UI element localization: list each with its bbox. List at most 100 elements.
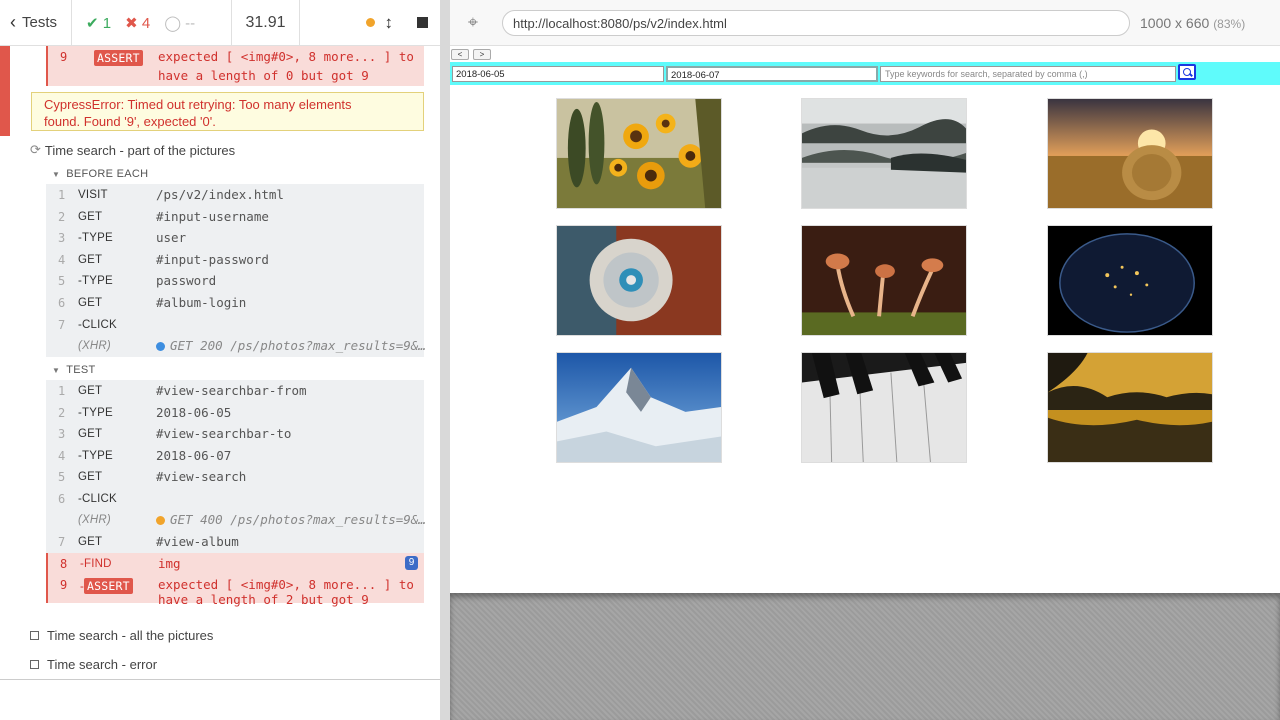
searchbar-to-input[interactable]: 2018-06-07 — [666, 66, 878, 82]
command-row[interactable]: 7 -CLICK — [46, 314, 424, 336]
command-row[interactable]: 6 -CLICK — [46, 488, 424, 510]
command-name: VISIT — [78, 189, 108, 201]
panel-splitter[interactable] — [440, 0, 450, 720]
command-number: 3 — [58, 231, 66, 245]
command-message: #view-searchbar-to — [156, 426, 292, 441]
command-message: GET 400 /ps/photos?max_results=9&… — [156, 512, 426, 527]
pending-checkbox-icon — [30, 660, 39, 669]
command-number: 5 — [58, 274, 66, 288]
command-row[interactable]: (XHR) GET 200 /ps/photos?max_results=9&… — [46, 335, 426, 357]
command-number: 2 — [58, 210, 66, 224]
test-title-all-pictures[interactable]: Time search - all the pictures — [30, 628, 213, 643]
command-row[interactable]: 4 GET #input-password — [46, 249, 424, 271]
xhr-status-dot-icon — [156, 342, 165, 351]
command-row[interactable]: 2 GET #input-username — [46, 206, 424, 228]
searchbar-from-input[interactable]: 2018-06-05 — [452, 66, 664, 82]
command-row[interactable]: 8 -FIND img 9 — [46, 553, 424, 575]
pending-checkbox-icon — [30, 631, 39, 640]
command-message: user — [156, 230, 187, 245]
command-number: 6 — [58, 492, 66, 506]
command-name: GET — [78, 254, 103, 266]
xhr-status-dot-icon — [156, 516, 165, 525]
command-message: #input-password — [156, 252, 269, 267]
element-count-badge: 9 — [405, 556, 418, 570]
test-title-error[interactable]: Time search - error — [30, 657, 157, 672]
failed-count: ✖ 4 — [125, 14, 151, 32]
test-stats: ✔ 1 ✖ 4 ◯ -- — [72, 0, 232, 46]
command-name: -CLICK — [78, 319, 117, 331]
command-name: (XHR) — [78, 340, 111, 352]
check-icon: ✔ — [86, 14, 99, 32]
command-row[interactable]: 1 GET #view-searchbar-from — [46, 380, 424, 402]
command-name: GET — [78, 211, 103, 223]
aut-background — [450, 593, 1280, 720]
command-message: #album-login — [156, 295, 247, 310]
photo-matterhorn — [556, 352, 722, 463]
app-under-test: < > 2018-06-05 2018-06-07 Type keywords … — [450, 46, 1280, 593]
auto-scroll-toggle-icon[interactable]: ↕ — [385, 13, 394, 33]
command-name: -TYPE — [78, 275, 113, 287]
command-row[interactable]: 9 - ASSERT expected [ <img#0>, 8 more... ] … — [46, 574, 424, 607]
command-number: 9 — [60, 578, 68, 592]
test-hook[interactable]: ▼ TEST — [52, 364, 96, 376]
command-number: 8 — [60, 557, 68, 571]
caret-down-icon: ▼ — [52, 365, 61, 375]
search-bar: 2018-06-05 2018-06-07 Type keywords for … — [450, 62, 1280, 85]
command-number: 3 — [58, 427, 66, 441]
command-message: have a length of 2 but got 9 — [158, 592, 369, 607]
run-controls: ↕ — [300, 0, 440, 46]
failure-indicator — [0, 46, 10, 136]
selector-playground-icon[interactable]: ⌖ — [450, 12, 496, 33]
stop-button[interactable] — [417, 17, 428, 28]
command-name: GET — [78, 297, 103, 309]
test-reporter: ‹ Tests ✔ 1 ✖ 4 ◯ -- 31.91 ↕ 9 ASSERT ex… — [0, 0, 440, 720]
photo-piano-keys — [801, 352, 967, 463]
before-each-hook[interactable]: ▼ BEFORE EACH — [52, 168, 148, 180]
command-message: expected [ <img#0>, 8 more... ] to — [158, 577, 414, 592]
photo-sunflowers — [556, 98, 722, 209]
command-number: 7 — [58, 318, 66, 332]
keywords-input[interactable]: Type keywords for search, separated by c… — [880, 66, 1176, 82]
reporter-header: ‹ Tests ✔ 1 ✖ 4 ◯ -- 31.91 ↕ — [0, 0, 440, 46]
command-name: GET — [78, 536, 103, 548]
tests-back-button[interactable]: ‹ Tests — [0, 0, 72, 46]
command-message: img — [158, 556, 181, 571]
command-row[interactable]: 1 VISIT/ps/v2/index.html — [46, 184, 424, 206]
photo-misty-hills — [801, 98, 967, 209]
command-row[interactable]: 2 -TYPE 2018-06-05 — [46, 402, 424, 424]
command-number: 1 — [58, 384, 66, 398]
command-name: (XHR) — [78, 514, 111, 526]
url-bar[interactable]: http://localhost:8080/ps/v2/index.html — [502, 9, 1130, 36]
command-row[interactable]: 4 -TYPE 2018-06-07 — [46, 445, 424, 467]
command-number: 2 — [58, 406, 66, 420]
command-name: -TYPE — [78, 407, 113, 419]
caret-down-icon: ▼ — [52, 169, 61, 179]
command-number: 1 — [58, 188, 66, 202]
command-row[interactable]: 7 GET #view-album — [46, 531, 424, 553]
command-message: #view-search — [156, 469, 247, 484]
command-row[interactable]: 5 GET #view-search — [46, 466, 424, 488]
photo-hay-bale — [1047, 98, 1213, 209]
command-message: password — [156, 273, 217, 288]
next-page-button[interactable]: > — [473, 49, 491, 60]
command-row[interactable]: (XHR) GET 400 /ps/photos?max_results=9&… — [46, 509, 426, 531]
command-row[interactable]: 3 -TYPE user — [46, 227, 424, 249]
command-row[interactable]: 5 -TYPE password — [46, 270, 424, 292]
command-message: GET 200 /ps/photos?max_results=9&… — [156, 338, 426, 353]
command-name: -FIND — [80, 558, 112, 570]
assert-badge: ASSERT — [84, 578, 133, 594]
command-row[interactable]: 6 GET #album-login — [46, 292, 424, 314]
chevron-left-icon: ‹ — [10, 12, 16, 32]
error-message: CypressError: Timed out retrying: Too ma… — [31, 92, 424, 131]
refresh-icon: ⟳ — [30, 142, 41, 157]
test-title-running[interactable]: ⟳ Time search - part of the pictures — [30, 142, 235, 158]
command-name: GET — [78, 385, 103, 397]
command-row-assert-prev[interactable]: 9 ASSERT expected [ <img#0>, 8 more... ]… — [46, 46, 424, 86]
passed-count: ✔ 1 — [86, 14, 112, 32]
command-row[interactable]: 3 GET #view-searchbar-to — [46, 423, 424, 445]
command-message: #view-album — [156, 534, 239, 549]
viewport-info[interactable]: 1000 x 660 (83%) — [1140, 15, 1245, 31]
prev-page-button[interactable]: < — [451, 49, 469, 60]
cross-icon: ✖ — [125, 14, 138, 32]
search-button[interactable] — [1178, 64, 1196, 80]
